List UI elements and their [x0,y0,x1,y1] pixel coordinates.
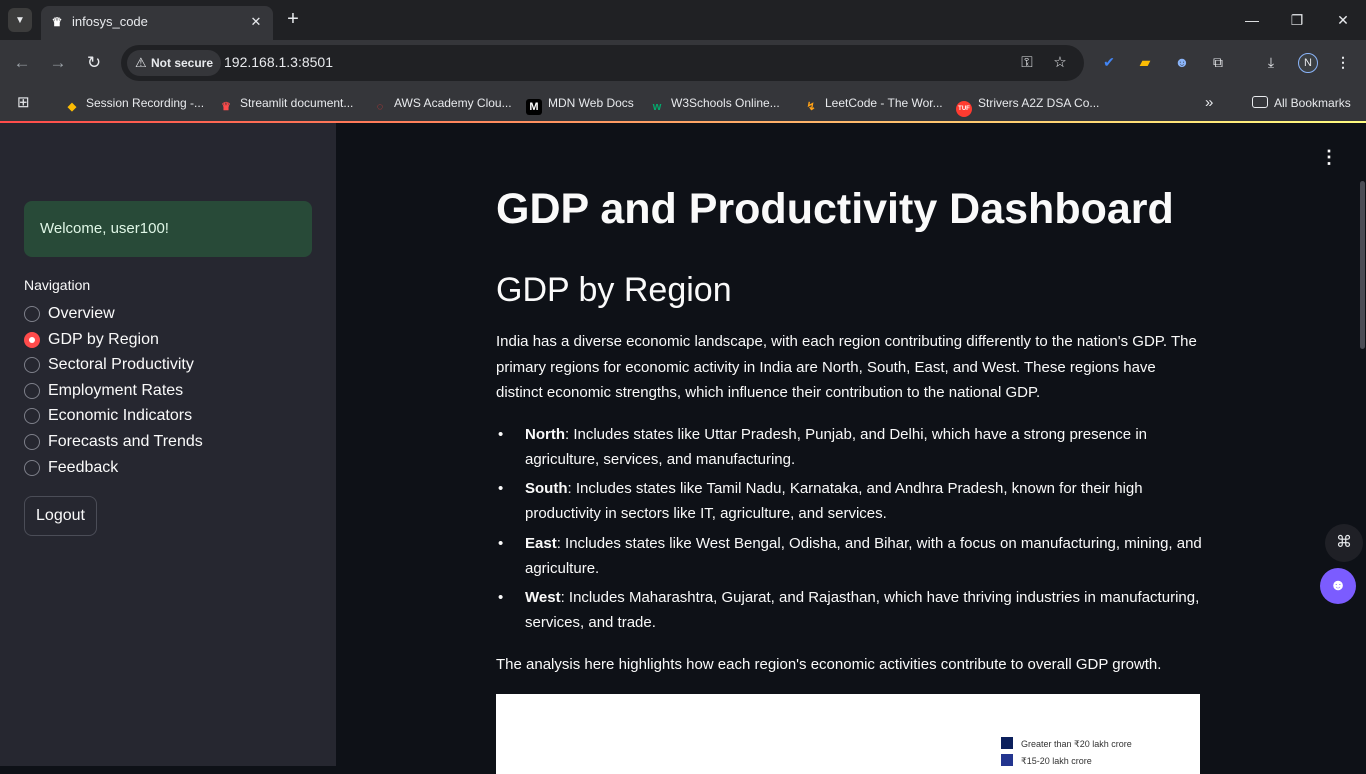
nav-radio-economic-indicators[interactable]: Economic Indicators [24,405,192,427]
warning-icon: ⚠ [135,55,147,70]
forward-icon[interactable]: → [46,51,70,75]
downloads-icon[interactable]: ⤓ [1261,52,1281,72]
intro-paragraph: India has a diverse economic landscape, … [496,333,1197,401]
extensions-puzzle-icon[interactable]: ⧉ [1208,52,1228,72]
legend-item: Greater than ₹20 lakh crore [1001,737,1132,751]
radio-unselected-icon [24,408,40,424]
bookmark-leetcode[interactable]: ↯ LeetCode - The Wor... [803,93,942,113]
leetcode-icon: ↯ [806,101,816,113]
sidebar: Welcome, user100! Navigation Overview GD… [0,123,336,766]
url-text[interactable]: 192.168.1.3:8501 [224,54,333,70]
logout-button[interactable]: Logout [24,496,97,536]
minimize-icon[interactable]: — [1240,8,1264,32]
main-content: ⋮ GDP and Productivity Dashboard GDP by … [336,123,1366,774]
password-key-icon[interactable]: ⚿ [1017,53,1037,73]
nav-radio-gdp-by-region[interactable]: GDP by Region [24,329,159,351]
legend-swatch [1001,737,1013,749]
gdp-map-image: Greater than ₹20 lakh crore ₹15-20 lakh … [496,694,1200,774]
apps-grid-icon[interactable]: ⊞ [17,93,30,113]
radio-unselected-icon [24,383,40,399]
mdn-icon: M [526,99,542,115]
new-tab-icon[interactable]: + [282,8,304,30]
tuf-icon: TUF [956,101,972,117]
bookmark-strivers[interactable]: TUF Strivers A2Z DSA Co... [956,93,1099,117]
window-close-icon[interactable]: ✕ [1331,8,1355,32]
app-menu-icon[interactable]: ⋮ [1320,147,1338,167]
bookmarks-overflow-icon[interactable]: » [1205,93,1213,113]
nav-radio-overview[interactable]: Overview [24,303,115,325]
tab-strip: ▼ ♛ infosys_code ✕ + — ❐ ✕ [0,0,1366,40]
navigation-label: Navigation [24,277,91,293]
security-chip[interactable]: ⚠ Not secure [127,50,222,76]
list-item-east: East: Includes states like West Bengal, … [496,531,1206,581]
tab-close-icon[interactable]: ✕ [247,13,265,31]
radio-unselected-icon [24,460,40,476]
bookmark-aws-academy[interactable]: ◌ AWS Academy Clou... [372,93,512,113]
bookmark-mdn[interactable]: M MDN Web Docs [526,93,634,115]
list-item-south: South: Includes states like Tamil Nadu, … [496,476,1206,526]
restore-icon[interactable]: ❐ [1285,8,1309,32]
reload-icon[interactable]: ↻ [82,51,106,75]
all-bookmarks[interactable]: All Bookmarks [1252,93,1351,113]
back-icon[interactable]: ← [10,51,34,75]
bookmarks-bar: ⊞ ◆ Session Recording -... ♛ Streamlit doc… [0,86,1366,122]
bookmark-streamlit-docs[interactable]: ♛ Streamlit document... [218,93,353,113]
nav-radio-forecasts-and-trends[interactable]: Forecasts and Trends [24,431,203,453]
address-bar[interactable]: ⚠ Not secure 192.168.1.3:8501 ⚿ ☆ [121,45,1084,81]
list-item-west: West: Includes Maharashtra, Gujarat, and… [496,585,1206,635]
scrollbar-thumb[interactable] [1360,181,1365,349]
tab-search-chevron-icon[interactable]: ▼ [8,8,32,32]
w3schools-icon: w [652,101,662,113]
tab-title: infosys_code [72,14,148,29]
welcome-message: Welcome, user100! [24,201,312,257]
bookmark-star-icon[interactable]: ☆ [1050,53,1070,73]
bot-extension-icon[interactable]: ☻ [1172,52,1192,72]
radio-unselected-icon [24,357,40,373]
list-item-north: North: Includes states like Uttar Prades… [496,422,1206,472]
browser-menu-icon[interactable]: ⋮ [1333,52,1353,72]
bookmark-session-recording[interactable]: ◆ Session Recording -... [64,93,204,113]
bookmark-w3schools[interactable]: w W3Schools Online... [649,93,780,113]
radio-unselected-icon [24,306,40,322]
extension-badge-icon[interactable]: ▰ [1135,52,1155,72]
radio-unselected-icon [24,434,40,450]
checkmark-extension-icon[interactable]: ✔ [1099,52,1119,72]
aws-icon: ◌ [376,101,384,113]
streamlit-icon: ♛ [221,101,231,113]
browser-tab[interactable]: ♛ infosys_code ✕ [41,6,273,40]
nav-radio-sectoral-productivity[interactable]: Sectoral Productivity [24,354,194,376]
streamlit-favicon-icon: ♛ [51,15,63,29]
summary-paragraph: The analysis here highlights how each re… [496,656,1162,673]
page-title: GDP and Productivity Dashboard [496,185,1174,233]
floating-bot-icon[interactable]: ☻ [1320,568,1356,604]
drive-icon: ◆ [67,101,77,113]
nav-radio-employment-rates[interactable]: Employment Rates [24,380,183,402]
legend-swatch [1001,754,1013,766]
nav-radio-feedback[interactable]: Feedback [24,457,118,479]
profile-avatar[interactable]: N [1298,53,1318,73]
radio-selected-icon [24,332,40,348]
section-title: GDP by Region [496,271,732,309]
security-label: Not secure [151,56,214,70]
browser-toolbar: ← → ↻ ⚠ Not secure 192.168.1.3:8501 ⚿ ☆ [0,40,1366,86]
floating-grid-icon[interactable]: ⌘ [1325,524,1363,562]
folder-icon [1252,96,1268,108]
